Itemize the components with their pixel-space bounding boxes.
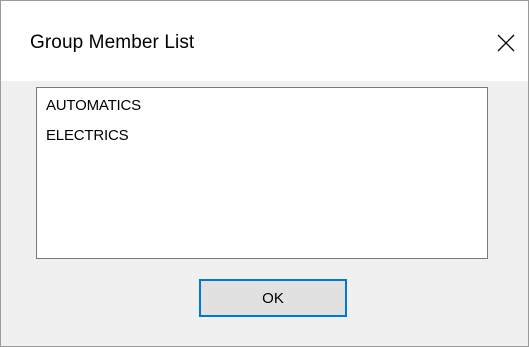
close-button[interactable]	[484, 21, 528, 65]
title-bar: Group Member List	[1, 1, 528, 81]
ok-button[interactable]: OK	[199, 279, 347, 317]
list-item[interactable]: AUTOMATICS	[46, 91, 487, 121]
group-member-list-dialog: Group Member List AUTOMATICS ELECTRICS O…	[0, 0, 529, 347]
close-icon	[497, 34, 515, 52]
dialog-title: Group Member List	[30, 32, 195, 53]
member-listbox[interactable]: AUTOMATICS ELECTRICS	[36, 87, 488, 259]
list-item[interactable]: ELECTRICS	[46, 121, 487, 151]
